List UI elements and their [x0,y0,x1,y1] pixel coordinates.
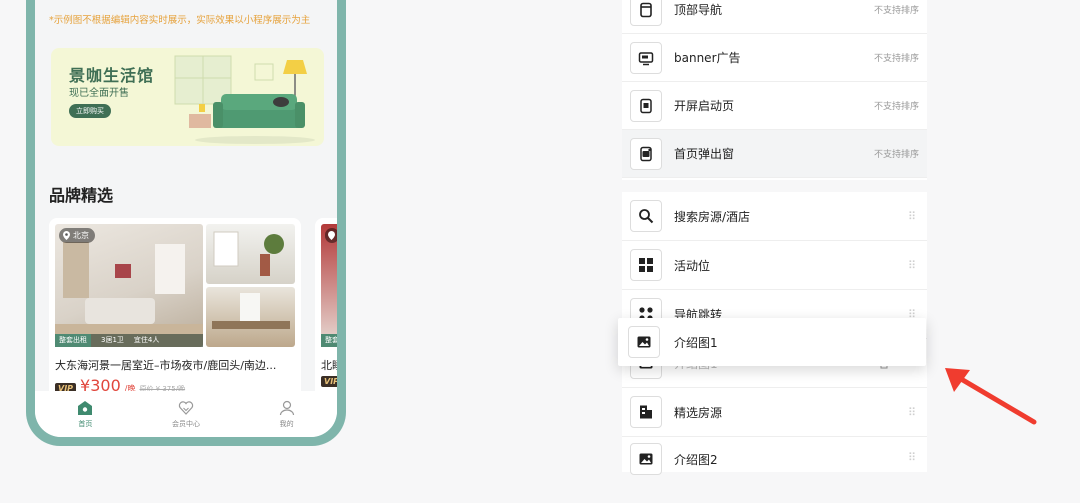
listing-tags: 整套 [321,334,337,347]
fixed-modules-panel: 顶部导航 不支持排序 banner广告 不支持排序 开屏启动页 不支持排序 首页… [622,0,927,180]
banner-buy-button[interactable]: 立即购买 [69,104,111,118]
location-text: 北京 [73,231,89,240]
section-title: 品牌精选 [49,186,114,205]
module-row-activity[interactable]: 活动位 ⠿ [622,241,927,290]
location-tag: 北京 [59,228,95,243]
module-label: 顶部导航 [674,3,723,17]
module-row-top-nav[interactable]: 顶部导航 不支持排序 [622,0,927,34]
search-icon [630,200,662,232]
location-tag [325,228,337,243]
module-label: 搜索房源/酒店 [674,209,751,224]
module-label: 首页弹出窗 [674,147,735,161]
banner-title: 景咖生活馆 [69,66,155,85]
tab-mine[interactable]: 我的 [257,400,317,429]
rooms-tag: 3居1卫 [101,336,124,344]
listing-photo-3 [206,287,295,347]
module-row-splash[interactable]: 开屏启动页 不支持排序 [622,82,927,130]
phone-screen: *示例图不根据编辑内容实时展示，实际效果以小程序展示为主 景咖生活馆 现已全面开… [35,0,337,437]
tab-member-center[interactable]: 会员中心 [156,400,216,429]
location-pin-icon [63,231,70,240]
listing-tags: 整套出租 3居1卫 宜住4人 [55,334,203,347]
annotation-arrow-icon [945,368,1037,425]
splash-icon [630,89,662,122]
drag-handle-icon[interactable]: ⠿ [908,259,916,272]
phone-preview-frame: *示例图不根据编辑内容实时展示，实际效果以小程序展示为主 景咖生活馆 现已全面开… [26,0,346,446]
drag-handle-icon[interactable]: ⠿ [908,406,916,419]
image-icon [630,443,662,475]
drag-handle-icon[interactable]: ⠿ [908,451,916,464]
dragging-module-ghost[interactable]: 介绍图1 [618,318,926,366]
banner-ad[interactable]: 景咖生活馆 现已全面开售 立即购买 [51,48,324,146]
module-label: 介绍图1 [674,335,718,350]
module-row-banner-ad[interactable]: banner广告 不支持排序 [622,34,927,82]
home-icon [78,400,93,415]
plant-illustration [213,231,284,276]
module-label: 开屏启动页 [674,99,735,113]
no-sort-tip: 不支持排序 [873,54,919,64]
listing-name: 北睡 [321,359,337,372]
bottom-tabbar: 首页 会员中心 我的 [35,391,337,437]
module-label: 介绍图2 [674,453,718,467]
popup-icon [630,137,662,170]
module-row-featured[interactable]: 精选房源 ⠿ [622,388,927,437]
no-sort-tip: 不支持排序 [873,150,919,160]
building-icon [630,396,662,428]
tab-label: 我的 [279,419,294,428]
tab-label: 会员中心 [171,419,200,428]
preview-hint-text: *示例图不根据编辑内容实时展示，实际效果以小程序展示为主 [49,15,311,26]
member-heart-icon [178,400,194,415]
rental-type-tag: 整套 [321,334,337,347]
top-nav-icon [630,0,662,26]
module-label: banner广告 [674,51,741,65]
image-icon [628,326,660,358]
user-icon [279,400,294,415]
vip-badge: VIP [321,376,337,387]
rental-type-tag: 整套出租 [55,334,91,347]
kitchen-illustration [212,293,290,329]
listing-card[interactable]: 北京 整套出租 3居1卫 宜住4人 大东海河景一居室近–市场夜市/鹿回头/南边.… [49,218,301,398]
no-sort-tip: 不支持排序 [873,6,919,16]
living-room-illustration [174,55,315,144]
tab-home[interactable]: 首页 [55,400,115,429]
listing-photo-2 [206,224,295,284]
listing-name: 大东海河景一居室近–市场夜市/鹿回头/南边... [55,359,277,372]
activity-grid-icon [630,249,662,281]
location-pin-icon [328,231,335,240]
module-label: 活动位 [674,258,711,273]
tab-label: 首页 [78,419,93,428]
guests-tag: 宜住4人 [133,336,160,344]
price-row: VIP [321,376,337,387]
module-row-search[interactable]: 搜索房源/酒店 ⠿ [622,192,927,241]
banner-ad-icon [630,41,662,74]
banner-subtitle: 现已全面开售 [69,88,129,99]
listing-card[interactable]: 整套 北睡 VIP [315,218,337,398]
drag-handle-icon[interactable]: ⠿ [908,210,916,223]
module-row-intro-2[interactable]: 介绍图2 ⠿ [622,437,927,475]
module-label: 精选房源 [674,405,723,420]
module-row-popup[interactable]: 首页弹出窗 不支持排序 [622,130,927,178]
no-sort-tip: 不支持排序 [873,102,919,112]
